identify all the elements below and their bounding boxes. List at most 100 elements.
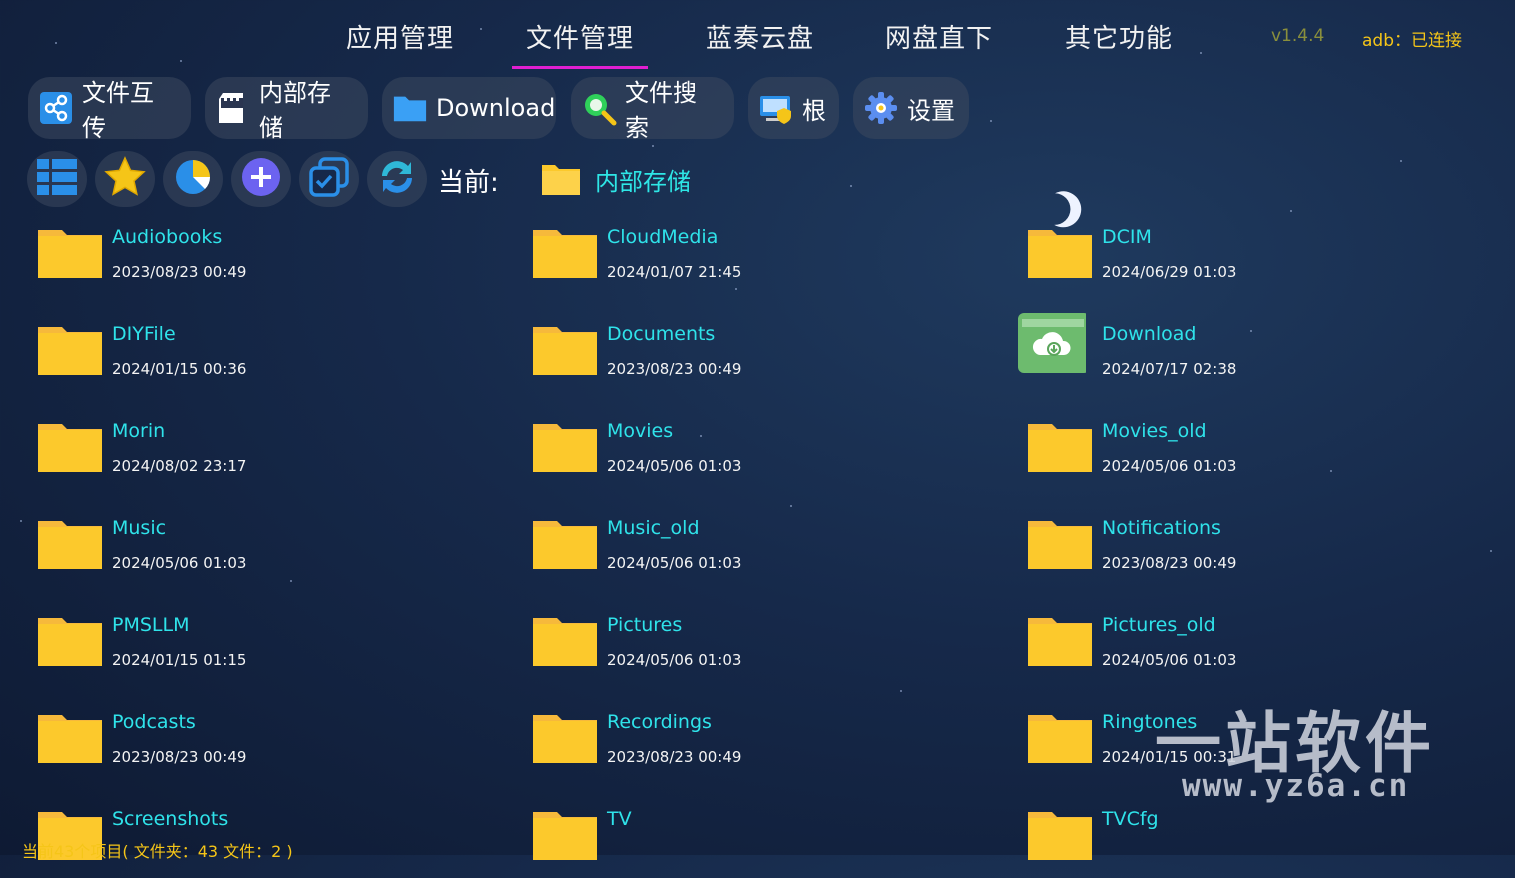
folder-icon	[1028, 715, 1092, 763]
multi-select-button[interactable]	[299, 151, 359, 207]
folder-name: Movies	[607, 420, 674, 442]
folder-item[interactable]: Pictures_old 2024/05/06 01:03	[1028, 614, 1468, 684]
folder-name: CloudMedia	[607, 226, 719, 248]
sd-card-icon	[215, 90, 251, 126]
folder-item[interactable]: Music 2024/05/06 01:03	[38, 517, 478, 587]
folder-name: Audiobooks	[112, 226, 223, 248]
folder-name: TV	[607, 808, 632, 830]
folder-item[interactable]: TVCfg	[1028, 808, 1468, 878]
storage-analysis-button[interactable]	[163, 151, 223, 207]
status-bar: 当前43个项目( 文件夹：43 文件：2 )	[22, 842, 293, 861]
folder-name: Notifications	[1102, 517, 1221, 539]
folder-icon	[533, 327, 597, 375]
folder-date: 2024/07/17 02:38	[1102, 360, 1237, 378]
internal-storage-button[interactable]: 内部存储	[205, 77, 368, 142]
moon-decoration	[1054, 191, 1082, 228]
folder-date: 2023/08/23 00:49	[112, 748, 247, 766]
folder-name: Screenshots	[112, 808, 229, 830]
tab-lanzou-cloud[interactable]: 蓝奏云盘	[706, 18, 814, 55]
folder-icon	[392, 90, 428, 126]
folder-item[interactable]: TV	[533, 808, 973, 878]
folder-date: 2024/05/06 01:03	[607, 651, 742, 669]
star-icon	[104, 156, 146, 202]
folder-item[interactable]: Movies_old 2024/05/06 01:03	[1028, 420, 1468, 490]
file-search-button[interactable]: 文件搜索	[571, 77, 734, 142]
folder-icon	[533, 230, 597, 278]
folder-item[interactable]: Music_old 2024/05/06 01:03	[533, 517, 973, 587]
folder-date: 2023/08/23 00:49	[607, 748, 742, 766]
tab-cloud-direct-download[interactable]: 网盘直下	[885, 18, 993, 55]
folder-icon	[38, 618, 102, 666]
list-view-icon	[35, 157, 79, 201]
folder-date: 2024/08/02 23:17	[112, 457, 247, 475]
add-icon	[241, 157, 281, 201]
folder-item[interactable]: Documents 2023/08/23 00:49	[533, 323, 973, 393]
folder-icon	[533, 424, 597, 472]
folder-icon	[38, 327, 102, 375]
folder-name: Music_old	[607, 517, 700, 539]
folder-date: 2024/05/06 01:03	[607, 457, 742, 475]
adb-status: adb：已连接	[1362, 31, 1462, 51]
folder-date: 2024/01/15 01:15	[112, 651, 247, 669]
folder-item[interactable]: PMSLLM 2024/01/15 01:15	[38, 614, 478, 684]
current-path-label: 当前:	[438, 168, 499, 198]
folder-name: Download	[1102, 323, 1197, 345]
folder-name: Recordings	[607, 711, 712, 733]
root-button[interactable]: 根	[748, 77, 839, 139]
folder-name: Pictures_old	[1102, 614, 1216, 636]
refresh-button[interactable]	[367, 151, 427, 207]
folder-item[interactable]: DIYFile 2024/01/15 00:36	[38, 323, 478, 393]
folder-icon	[38, 230, 102, 278]
folder-name: DCIM	[1102, 226, 1152, 248]
folder-name: Morin	[112, 420, 166, 442]
folder-item[interactable]: Morin 2024/08/02 23:17	[38, 420, 478, 490]
folder-item[interactable]: Notifications 2023/08/23 00:49	[1028, 517, 1468, 587]
download-shortcut-button[interactable]: Download	[382, 77, 556, 139]
favorites-button[interactable]	[95, 151, 155, 207]
download-shortcut-label: Download	[436, 94, 556, 122]
folder-icon	[533, 618, 597, 666]
folder-date: 2024/05/06 01:03	[1102, 651, 1237, 669]
internal-storage-label: 内部存储	[259, 79, 331, 142]
tab-app-management[interactable]: 应用管理	[346, 18, 454, 55]
file-transfer-label: 文件互传	[82, 79, 154, 142]
folder-icon	[533, 521, 597, 569]
folder-item[interactable]: Podcasts 2023/08/23 00:49	[38, 711, 478, 781]
folder-name: Music	[112, 517, 167, 539]
folder-date: 2024/06/29 01:03	[1102, 263, 1237, 281]
folder-item[interactable]: Recordings 2023/08/23 00:49	[533, 711, 973, 781]
folder-icon	[38, 715, 102, 763]
settings-label: 设置	[907, 96, 955, 125]
folder-icon	[1028, 230, 1092, 278]
folder-item[interactable]: DCIM 2024/06/29 01:03	[1028, 226, 1468, 296]
folder-date: 2024/01/07 21:45	[607, 263, 742, 281]
folder-icon	[38, 521, 102, 569]
share-icon	[38, 90, 74, 126]
tab-file-management[interactable]: 文件管理	[511, 18, 649, 69]
folder-name: Podcasts	[112, 711, 196, 733]
root-monitor-icon	[758, 90, 794, 126]
folder-name: TVCfg	[1102, 808, 1159, 830]
folder-name: DIYFile	[112, 323, 176, 345]
folder-date: 2024/05/06 01:03	[1102, 457, 1237, 475]
gear-icon	[863, 90, 899, 126]
current-path[interactable]: 内部存储	[595, 162, 691, 197]
list-view-button[interactable]	[27, 151, 87, 207]
folder-item[interactable]: Movies 2024/05/06 01:03	[533, 420, 973, 490]
file-search-label: 文件搜索	[625, 79, 697, 142]
pie-chart-icon	[173, 157, 213, 201]
folder-item[interactable]: Pictures 2024/05/06 01:03	[533, 614, 973, 684]
folder-icon	[1028, 424, 1092, 472]
folder-date: 2023/08/23 00:49	[1102, 554, 1237, 572]
folder-date: 2023/08/23 00:49	[112, 263, 247, 281]
download-folder-icon	[1018, 313, 1086, 373]
settings-button[interactable]: 设置	[853, 77, 969, 139]
folder-item[interactable]: CloudMedia 2024/01/07 21:45	[533, 226, 973, 296]
tab-other-functions[interactable]: 其它功能	[1065, 18, 1173, 55]
new-folder-button[interactable]	[231, 151, 291, 207]
file-transfer-button[interactable]: 文件互传	[28, 77, 191, 142]
search-icon	[581, 90, 617, 126]
folder-item[interactable]: Audiobooks 2023/08/23 00:49	[38, 226, 478, 296]
folder-date: 2024/05/06 01:03	[112, 554, 247, 572]
folder-item[interactable]: Download 2024/07/17 02:38	[1018, 313, 1468, 393]
